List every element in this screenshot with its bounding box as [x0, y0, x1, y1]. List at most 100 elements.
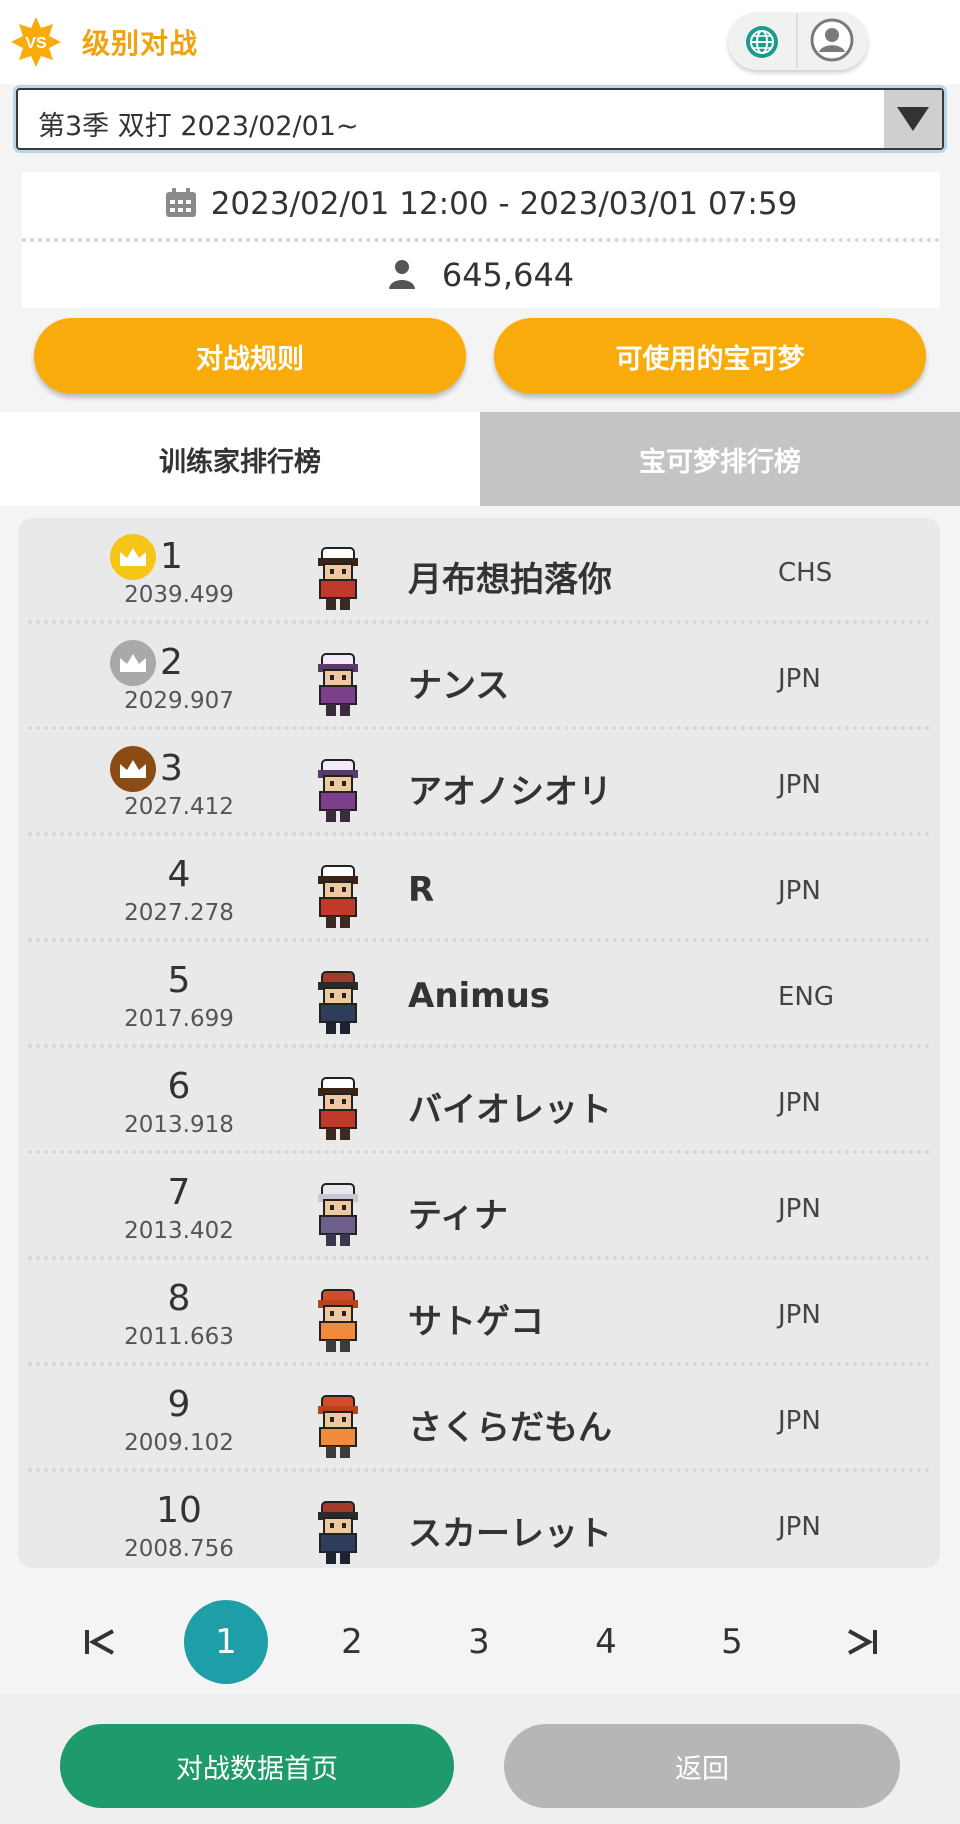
- trainer-name: ナンス: [408, 666, 510, 706]
- first-page-button[interactable]: [58, 1600, 142, 1684]
- rating-score: 2039.499: [124, 582, 234, 608]
- rank-number: 3: [160, 748, 183, 789]
- ranking-tabs: 训练家排行榜 宝可梦排行榜: [0, 412, 960, 506]
- page-2-button[interactable]: 2: [310, 1600, 394, 1684]
- rating-score: 2027.278: [124, 900, 234, 926]
- tab-trainer-ranking[interactable]: 训练家排行榜: [0, 412, 480, 506]
- rank-number: 9: [167, 1384, 191, 1425]
- rating-score: 2011.663: [124, 1324, 234, 1350]
- page-3-button[interactable]: 3: [437, 1600, 521, 1684]
- rank-number: 8: [167, 1278, 191, 1319]
- language-code: ENG: [778, 982, 835, 1012]
- ranking-row[interactable]: 6 2013.918 バイオレット JPN: [18, 1048, 940, 1154]
- ranking-row[interactable]: 3 2027.412 アオノシオリ JPN: [18, 730, 940, 836]
- rank-cell: 4: [78, 848, 278, 898]
- trainer-avatar: [308, 860, 368, 932]
- page-4-button[interactable]: 4: [564, 1600, 648, 1684]
- page-5-button[interactable]: 5: [690, 1600, 774, 1684]
- ranking-row[interactable]: 2 2029.907 ナンス JPN: [18, 624, 940, 730]
- language-code: JPN: [778, 1300, 821, 1330]
- trainer-avatar: [308, 1284, 368, 1356]
- rating-score: 2009.102: [124, 1430, 234, 1456]
- page-title: 级别对战: [82, 27, 199, 60]
- trainer-name: アオノシオリ: [408, 772, 612, 812]
- rank-number: 1: [160, 536, 183, 577]
- ranking-row[interactable]: 4 2027.278 R JPN: [18, 836, 940, 942]
- rating-score: 2013.918: [124, 1112, 234, 1138]
- ranking-row[interactable]: 9 2009.102 さくらだもん JPN: [18, 1366, 940, 1472]
- rank-cell: 1: [78, 530, 278, 580]
- tab-pokemon-ranking[interactable]: 宝可梦排行榜: [480, 412, 960, 506]
- player-count-row: 645,644: [22, 256, 940, 294]
- trainer-name: スカーレット: [408, 1514, 612, 1554]
- rating-score: 2008.756: [124, 1536, 234, 1562]
- battle-rules-button[interactable]: 对战规则: [34, 318, 466, 394]
- language-code: JPN: [778, 1194, 821, 1224]
- trainer-name: バイオレット: [408, 1090, 612, 1130]
- rating-score: 2029.907: [124, 688, 234, 714]
- season-info: 2023/02/01 12:00 - 2023/03/01 07:59 645,…: [22, 172, 940, 308]
- season-date-range: 2023/02/01 12:00 - 2023/03/01 07:59: [210, 186, 798, 222]
- trainer-avatar: [308, 1496, 368, 1568]
- first-page-icon: [85, 1629, 114, 1655]
- language-code: JPN: [778, 770, 821, 800]
- calendar-icon: [165, 188, 196, 217]
- info-divider: [22, 238, 940, 242]
- language-button[interactable]: [738, 18, 786, 66]
- rating-score: 2027.412: [124, 794, 234, 820]
- crown-icon: [110, 746, 156, 792]
- trainer-ranking-list: 1 2039.499 月布想拍落你 CHS 2 2029.907 ナンス JPN 3 2027.4…: [18, 518, 940, 1568]
- rank-cell: 9: [78, 1378, 278, 1428]
- back-button[interactable]: 返回: [504, 1724, 900, 1808]
- rank-cell: 2: [78, 636, 278, 686]
- trainer-name: サトゲコ: [408, 1302, 544, 1342]
- header-divider: [796, 14, 798, 68]
- rank-number: 10: [156, 1490, 202, 1531]
- trainer-avatar: [308, 648, 368, 720]
- battle-data-home-button[interactable]: 对战数据首页: [60, 1724, 454, 1808]
- last-page-button[interactable]: [820, 1600, 904, 1684]
- usable-pokemon-button[interactable]: 可使用的宝可梦: [494, 318, 926, 394]
- user-icon: [810, 18, 854, 62]
- last-page-icon: [848, 1629, 877, 1655]
- crown-icon: [110, 534, 156, 580]
- ranking-row[interactable]: 8 2011.663 サトゲコ JPN: [18, 1260, 940, 1366]
- svg-text:VS: VS: [25, 35, 47, 52]
- globe-icon: [746, 26, 778, 58]
- rank-cell: 6: [78, 1060, 278, 1110]
- trainer-name: Animus: [408, 976, 551, 1016]
- page-1-button[interactable]: 1: [184, 1600, 268, 1684]
- season-select[interactable]: 第3季 双打 2023/02/01~: [16, 88, 944, 150]
- rating-score: 2013.402: [124, 1218, 234, 1244]
- pagination: 1 2 3 4 5: [0, 1600, 960, 1684]
- season-selected-value: 第3季 双打 2023/02/01~: [38, 111, 359, 142]
- trainer-avatar: [308, 966, 368, 1038]
- language-code: JPN: [778, 664, 821, 694]
- rank-cell: 10: [78, 1484, 278, 1534]
- rank-number: 6: [167, 1066, 191, 1107]
- trainer-avatar: [308, 542, 368, 614]
- ranking-row[interactable]: 10 2008.756 スカーレット JPN: [18, 1472, 940, 1568]
- ranking-row[interactable]: 5 2017.699 Animus ENG: [18, 942, 940, 1048]
- rank-cell: 3: [78, 742, 278, 792]
- footer-bar: 对战数据首页 返回: [0, 1694, 960, 1824]
- rank-cell: 8: [78, 1272, 278, 1322]
- rank-cell: 7: [78, 1166, 278, 1216]
- trainer-name: 月布想拍落你: [408, 560, 612, 600]
- rank-number: 4: [167, 854, 191, 895]
- user-profile-button[interactable]: [806, 14, 858, 66]
- ranking-row[interactable]: 7 2013.402 ティナ JPN: [18, 1154, 940, 1260]
- trainer-name: さくらだもん: [408, 1408, 612, 1448]
- language-code: CHS: [778, 558, 833, 588]
- trainer-avatar: [308, 1072, 368, 1144]
- language-code: JPN: [778, 1088, 821, 1118]
- ranking-row[interactable]: 1 2039.499 月布想拍落你 CHS: [18, 518, 940, 624]
- trainer-avatar: [308, 1178, 368, 1250]
- dropdown-arrow[interactable]: [884, 90, 942, 148]
- season-date-row: 2023/02/01 12:00 - 2023/03/01 07:59: [22, 186, 940, 222]
- trainer-avatar: [308, 1390, 368, 1462]
- rank-number: 2: [160, 642, 183, 683]
- rank-cell: 5: [78, 954, 278, 1004]
- crown-icon: [110, 640, 156, 686]
- rank-number: 7: [167, 1172, 191, 1213]
